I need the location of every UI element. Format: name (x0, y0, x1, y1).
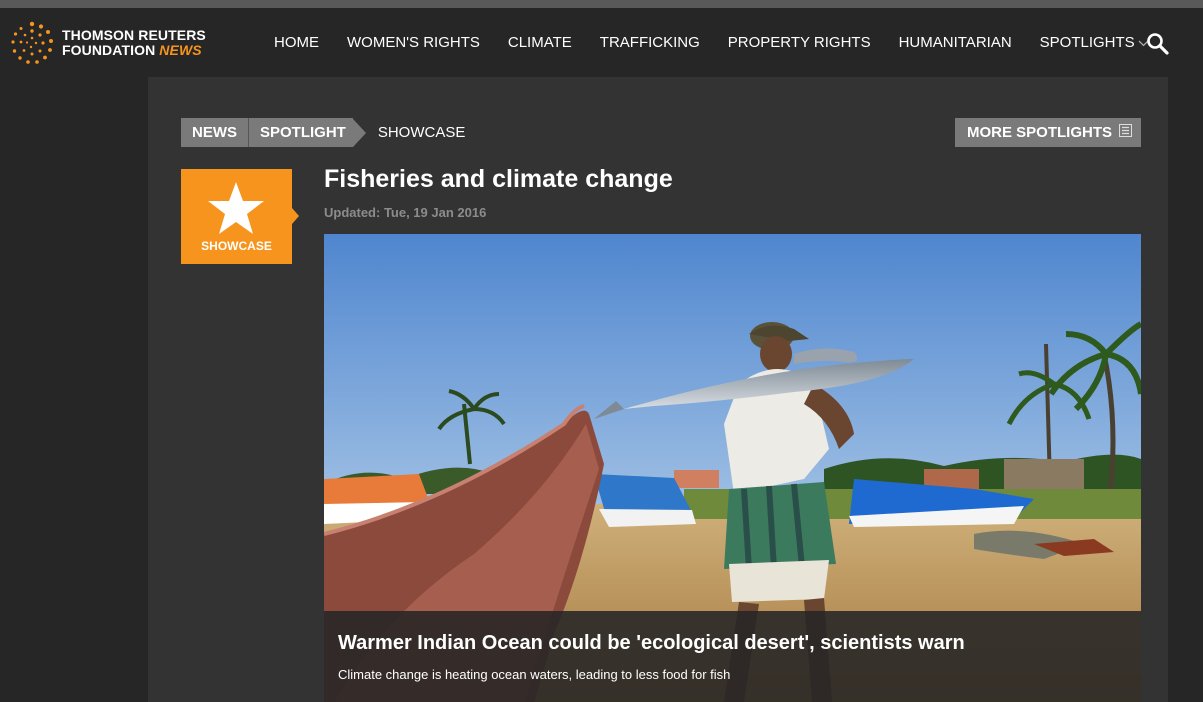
logo-foundation: FOUNDATION (62, 42, 156, 58)
hero-headline[interactable]: Warmer Indian Ocean could be 'ecological… (338, 632, 965, 655)
nav-womens-rights[interactable]: WOMEN'S RIGHTS (333, 34, 494, 51)
badge-pointer (292, 208, 299, 224)
logo-line-1: THOMSON REUTERS (62, 27, 206, 43)
logo-news: NEWS (159, 42, 202, 58)
dotted-spiral-logo-icon (11, 21, 53, 64)
browser-top-strip (0, 0, 1203, 8)
hero-caption: Warmer Indian Ocean could be 'ecological… (324, 611, 1141, 702)
breadcrumb: NEWS SPOTLIGHT SHOWCASE (181, 118, 465, 147)
nav-humanitarian[interactable]: HUMANITARIAN (885, 34, 1026, 51)
nav-home[interactable]: HOME (260, 34, 333, 51)
breadcrumb-arrow (352, 118, 366, 147)
updated-date: Updated: Tue, 19 Jan 2016 (324, 205, 487, 220)
breadcrumb-news[interactable]: NEWS (181, 118, 249, 147)
nav-trafficking[interactable]: TRAFFICKING (586, 34, 714, 51)
breadcrumb-spotlight[interactable]: SPOTLIGHT (249, 118, 353, 147)
breadcrumb-current: SHOWCASE (377, 124, 466, 141)
site-logo[interactable]: THOMSON REUTERS FOUNDATION NEWS (10, 19, 206, 67)
nav-climate[interactable]: CLIMATE (494, 34, 586, 51)
list-icon (1119, 124, 1133, 141)
logo-line-2: FOUNDATION NEWS (62, 43, 206, 58)
search-icon[interactable] (1146, 32, 1170, 56)
logo-text: THOMSON REUTERS FOUNDATION NEWS (62, 28, 206, 58)
nav-spotlights[interactable]: SPOTLIGHTS (1026, 34, 1163, 51)
nav-spotlights-label: SPOTLIGHTS (1039, 34, 1135, 51)
more-spotlights-button[interactable]: MORE SPOTLIGHTS (955, 118, 1141, 147)
nav-property-rights[interactable]: PROPERTY RIGHTS (714, 34, 885, 51)
page-title: Fisheries and climate change (324, 165, 673, 193)
more-spotlights-label: MORE SPOTLIGHTS (967, 124, 1113, 141)
star-icon (208, 182, 264, 234)
hero-summary: Climate change is heating ocean waters, … (338, 667, 731, 682)
site-header: THOMSON REUTERS FOUNDATION NEWS HOME WOM… (0, 8, 1203, 77)
main-nav: HOME WOMEN'S RIGHTS CLIMATE TRAFFICKING … (260, 8, 1163, 77)
hero-story[interactable]: Warmer Indian Ocean could be 'ecological… (324, 234, 1141, 702)
showcase-badge-label: SHOWCASE (201, 239, 272, 253)
showcase-badge: SHOWCASE (181, 169, 292, 264)
